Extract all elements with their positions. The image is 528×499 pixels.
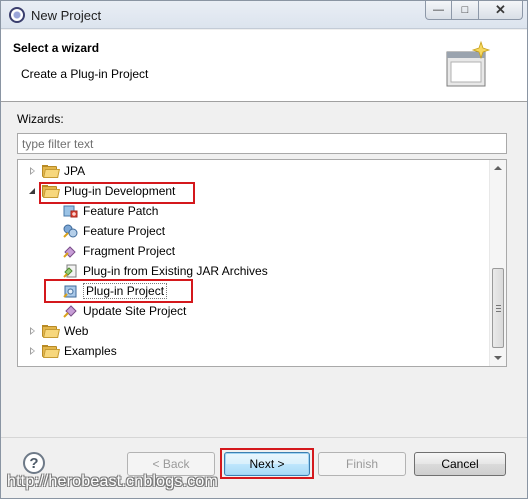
tree-item-label: Feature Project: [83, 224, 166, 238]
close-button[interactable]: ✕: [479, 1, 523, 20]
tree-item-label: Examples: [64, 344, 117, 358]
scroll-down-arrow-icon[interactable]: [490, 349, 506, 366]
folder-icon: [42, 164, 60, 178]
expand-arrow-icon[interactable]: [28, 346, 38, 356]
folder-icon: [42, 344, 60, 358]
feature-patch-icon: [63, 205, 78, 218]
new-project-dialog: New Project — □ ✕ Select a wizard Create…: [0, 0, 528, 499]
tree-item-label: JPA: [64, 164, 86, 178]
scroll-thumb[interactable]: [492, 268, 504, 348]
expand-arrow-icon[interactable]: [28, 166, 38, 176]
tree-item-label: Feature Patch: [83, 204, 159, 218]
finish-button[interactable]: Finish: [318, 452, 406, 476]
wizard-tree[interactable]: JPA Plug-in Development Feature Patch Fe…: [17, 159, 507, 367]
tree-item-examples[interactable]: Examples: [28, 341, 117, 361]
tree-item-label: Plug-in from Existing JAR Archives: [83, 264, 268, 278]
maximize-button[interactable]: □: [452, 1, 479, 20]
tree-item-feature-project[interactable]: Feature Project: [62, 221, 165, 241]
tree-item-update-site-project[interactable]: Update Site Project: [62, 301, 186, 321]
wizard-banner-icon: [446, 40, 491, 87]
filter-input[interactable]: [17, 133, 507, 154]
tree-item-label: Web: [64, 324, 89, 338]
tree-item-plugin-from-jar[interactable]: Plug-in from Existing JAR Archives: [62, 261, 268, 281]
help-icon[interactable]: ?: [23, 452, 45, 474]
tree-scrollbar[interactable]: [489, 160, 506, 366]
tree-item-feature-patch[interactable]: Feature Patch: [62, 201, 158, 221]
tree-item-label: Update Site Project: [83, 304, 187, 318]
collapse-arrow-icon[interactable]: [28, 186, 38, 196]
watermark-text: http://herobeast.cnblogs.com: [7, 473, 219, 490]
window-title: New Project: [31, 8, 102, 23]
tree-item-label: Fragment Project: [83, 244, 176, 258]
cancel-button[interactable]: Cancel: [414, 452, 506, 476]
tree-item-fragment-project[interactable]: Fragment Project: [62, 241, 175, 261]
banner-title: Select a wizard: [13, 41, 100, 55]
expand-arrow-icon[interactable]: [28, 326, 38, 336]
eclipse-app-icon: [9, 7, 25, 23]
button-bar-separator: [1, 437, 527, 438]
next-button[interactable]: Next >: [224, 452, 310, 476]
banner-subtitle: Create a Plug-in Project: [21, 67, 149, 81]
update-site-icon: [63, 305, 77, 318]
wizard-banner: Select a wizard Create a Plug-in Project: [1, 30, 527, 102]
scroll-up-arrow-icon[interactable]: [490, 160, 506, 177]
minimize-button[interactable]: —: [425, 1, 452, 20]
window-controls: — □ ✕: [425, 1, 523, 21]
grip-icon: [496, 305, 501, 312]
red-highlight-box: [44, 279, 193, 303]
fragment-project-icon: [63, 246, 76, 258]
plugin-from-jar-icon: [63, 264, 77, 278]
wizards-label: Wizards:: [17, 112, 64, 126]
tree-item-web[interactable]: Web: [28, 321, 88, 341]
tree-item-jpa[interactable]: JPA: [28, 161, 85, 181]
feature-project-icon: [63, 224, 78, 238]
title-bar[interactable]: New Project — □ ✕: [1, 1, 527, 29]
folder-icon: [42, 324, 60, 338]
